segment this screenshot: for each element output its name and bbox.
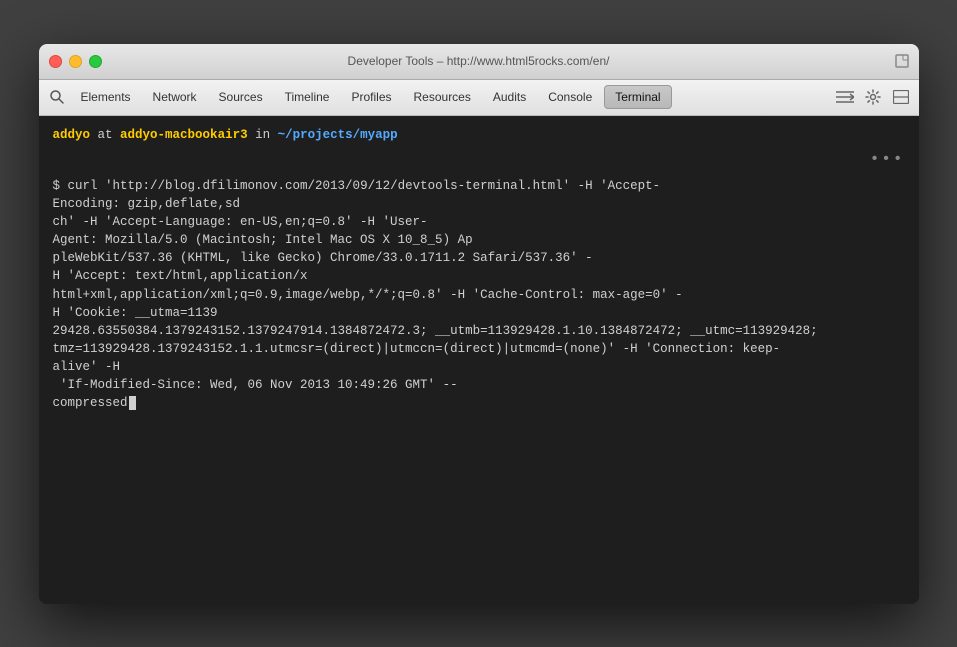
- current-path: ~/projects/myapp: [278, 128, 398, 142]
- in-text: in: [255, 128, 278, 142]
- tab-sources[interactable]: Sources: [209, 86, 273, 108]
- split-icon[interactable]: [889, 85, 913, 109]
- minimize-button[interactable]: [69, 55, 82, 68]
- tab-console[interactable]: Console: [538, 86, 602, 108]
- dock-icon[interactable]: [833, 85, 857, 109]
- dollar-sign: $: [53, 179, 68, 193]
- tab-resources[interactable]: Resources: [404, 86, 481, 108]
- command-line: curl 'http://blog.dfilimonov.com/2013/09…: [53, 179, 818, 411]
- devtools-window: Developer Tools – http://www.html5rocks.…: [39, 44, 919, 604]
- terminal-area[interactable]: addyo at addyo-macbookair3 in ~/projects…: [39, 116, 919, 604]
- traffic-lights: [49, 55, 102, 68]
- dots: •••: [870, 148, 905, 171]
- tab-network[interactable]: Network: [143, 86, 207, 108]
- toolbar-right: [833, 85, 913, 109]
- cursor: [129, 396, 136, 410]
- tab-terminal[interactable]: Terminal: [604, 85, 671, 109]
- maximize-button[interactable]: [89, 55, 102, 68]
- window-title: Developer Tools – http://www.html5rocks.…: [348, 54, 610, 68]
- expand-icon[interactable]: [895, 54, 909, 68]
- tab-profiles[interactable]: Profiles: [341, 86, 401, 108]
- titlebar: Developer Tools – http://www.html5rocks.…: [39, 44, 919, 80]
- close-button[interactable]: [49, 55, 62, 68]
- settings-icon[interactable]: [861, 85, 885, 109]
- search-icon[interactable]: [45, 85, 69, 109]
- toolbar: Elements Network Sources Timeline Profil…: [39, 80, 919, 116]
- tab-elements[interactable]: Elements: [71, 86, 141, 108]
- prompt-line: addyo at addyo-macbookair3 in ~/projects…: [53, 126, 905, 144]
- hostname: addyo-macbookair3: [120, 128, 248, 142]
- command-output: $ curl 'http://blog.dfilimonov.com/2013/…: [53, 177, 905, 413]
- tab-timeline[interactable]: Timeline: [275, 86, 340, 108]
- tab-audits[interactable]: Audits: [483, 86, 536, 108]
- at-text: at: [98, 128, 121, 142]
- username: addyo: [53, 128, 91, 142]
- dots-row: •••: [53, 146, 905, 173]
